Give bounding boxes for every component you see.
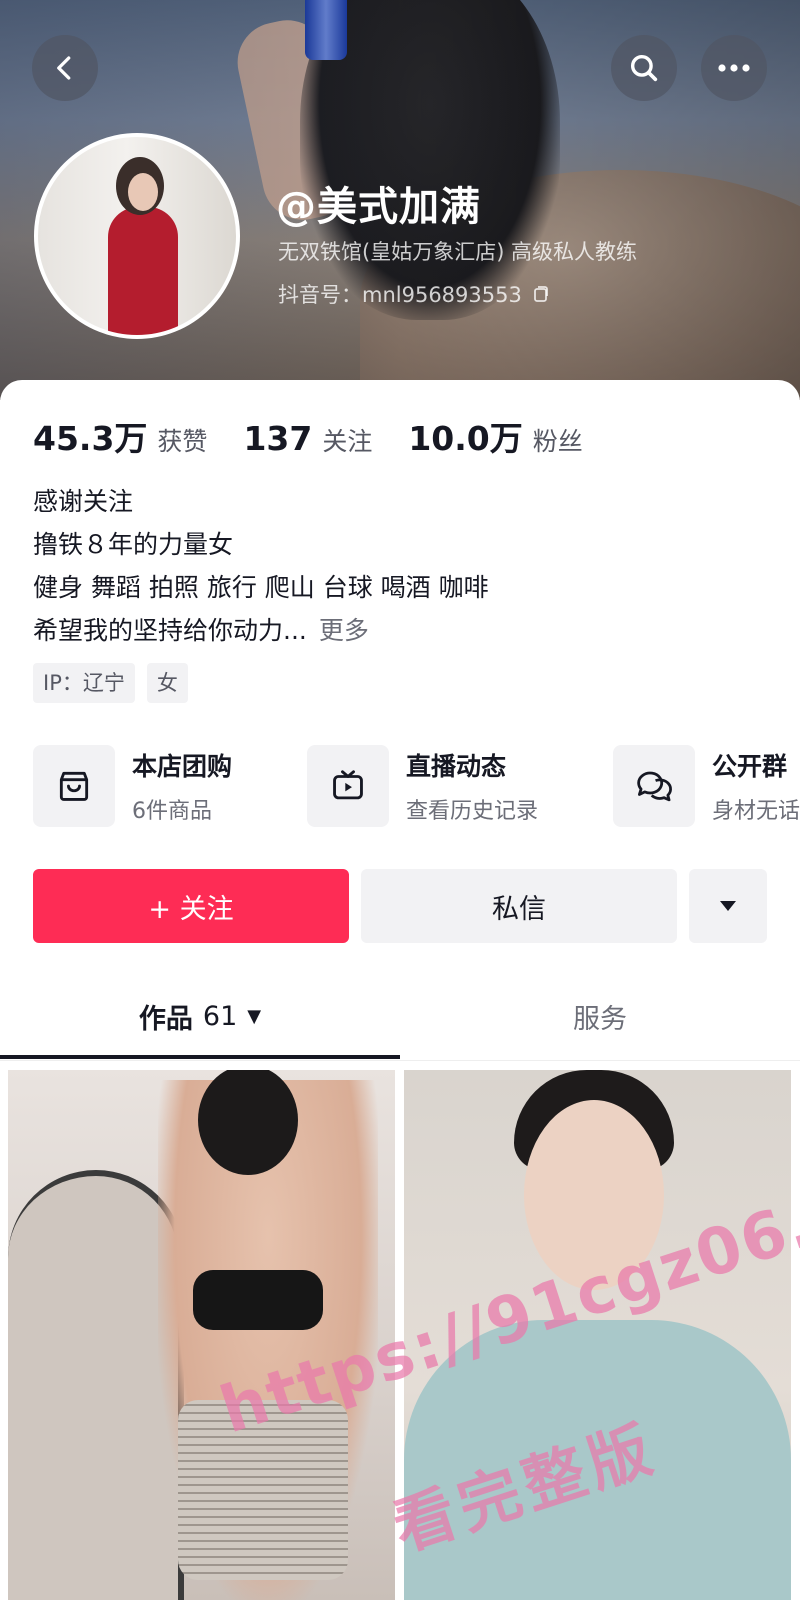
video-thumbnail[interactable] bbox=[8, 1070, 395, 1600]
thumb-top bbox=[193, 1270, 323, 1330]
tab-works[interactable]: 作品 61 ▼ bbox=[0, 972, 400, 1060]
shop-bag-icon bbox=[33, 745, 115, 827]
back-button[interactable] bbox=[32, 35, 98, 101]
bio-line: 撸铁８年的力量女 bbox=[33, 530, 234, 559]
feature-title: 直播动态 bbox=[406, 752, 507, 781]
feature-title: 本店团购 bbox=[132, 752, 233, 781]
chevron-left-icon bbox=[57, 56, 71, 80]
ip-location-tag: IP：辽宁 bbox=[33, 663, 135, 703]
bio-line: 感谢关注 bbox=[33, 487, 134, 516]
following-label[interactable]: 关注 bbox=[322, 422, 372, 458]
feature-text: 本店团购 6件商品 bbox=[132, 747, 232, 825]
feature-group-buy[interactable]: 本店团购 6件商品 bbox=[33, 745, 307, 827]
stats-row: 45.3万 获赞 137 关注 10.0万 粉丝 bbox=[33, 412, 619, 460]
thumb-hair bbox=[198, 1070, 298, 1175]
tab-works-label: 作品 bbox=[138, 1003, 193, 1035]
feature-title: 公开群 bbox=[712, 752, 788, 781]
feature-text: 直播动态 查看历史记录 bbox=[406, 747, 538, 825]
feature-subtitle: 6件商品 bbox=[132, 799, 212, 824]
gender-tag: 女 bbox=[146, 663, 188, 703]
search-icon bbox=[630, 54, 658, 82]
followers-label[interactable]: 粉丝 bbox=[533, 422, 583, 458]
more-dots-icon bbox=[718, 64, 750, 72]
username: @美式加满 bbox=[276, 184, 481, 230]
bio-more-link[interactable]: 更多 bbox=[319, 616, 369, 645]
avatar-face bbox=[128, 173, 158, 211]
avatar-dress bbox=[108, 207, 178, 335]
douyin-id-text: 抖音号：mnl956893553 bbox=[278, 283, 522, 307]
feature-row: 本店团购 6件商品 直播动态 查看历史记录 公开群 身材无话 bbox=[33, 745, 800, 827]
content-tabs: 作品 61 ▼ 服务 bbox=[0, 972, 800, 1061]
feature-text: 公开群 身材无话 bbox=[712, 747, 800, 825]
feature-live[interactable]: 直播动态 查看历史记录 bbox=[307, 745, 613, 827]
caret-down-icon bbox=[720, 901, 736, 911]
feature-subtitle: 身材无话 bbox=[712, 799, 800, 824]
bio-line: 希望我的坚持给你动力... bbox=[33, 616, 307, 645]
search-button[interactable] bbox=[611, 35, 677, 101]
bio-line-last: 希望我的坚持给你动力... 更多 bbox=[33, 609, 489, 652]
caret-down-icon: ▼ bbox=[247, 1005, 262, 1027]
followers-count[interactable]: 10.0万 bbox=[408, 412, 522, 460]
likes-count: 45.3万 bbox=[33, 419, 148, 458]
feature-subtitle: 查看历史记录 bbox=[406, 799, 539, 824]
tv-icon bbox=[307, 745, 389, 827]
copy-icon[interactable] bbox=[530, 284, 550, 304]
tab-works-count: 61 bbox=[202, 1000, 238, 1032]
chat-bubble-icon bbox=[613, 745, 695, 827]
more-button[interactable] bbox=[701, 35, 767, 101]
likes-label: 获赞 bbox=[157, 427, 208, 456]
tab-service[interactable]: 服务 bbox=[400, 972, 800, 1060]
profile-subtitle: 无双铁馆(皇姑万象汇店) 高级私人教练 bbox=[278, 240, 638, 264]
active-tab-indicator bbox=[0, 1055, 400, 1059]
more-options-dropdown[interactable] bbox=[689, 869, 767, 943]
bio: 感谢关注 撸铁８年的力量女 健身 舞蹈 拍照 旅行 爬山 台球 喝酒 咖啡 希望… bbox=[33, 480, 489, 652]
avatar[interactable] bbox=[34, 133, 240, 339]
feature-group-chat[interactable]: 公开群 身材无话 bbox=[613, 745, 800, 827]
follow-button[interactable]: + 关注 bbox=[33, 869, 349, 943]
message-button[interactable]: 私信 bbox=[361, 869, 677, 943]
following-count[interactable]: 137 bbox=[243, 419, 312, 458]
tag-row: IP：辽宁 女 bbox=[33, 663, 188, 703]
douyin-id[interactable]: 抖音号：mnl956893553 bbox=[278, 279, 550, 309]
bio-line: 健身 舞蹈 拍照 旅行 爬山 台球 喝酒 咖啡 bbox=[33, 573, 489, 602]
